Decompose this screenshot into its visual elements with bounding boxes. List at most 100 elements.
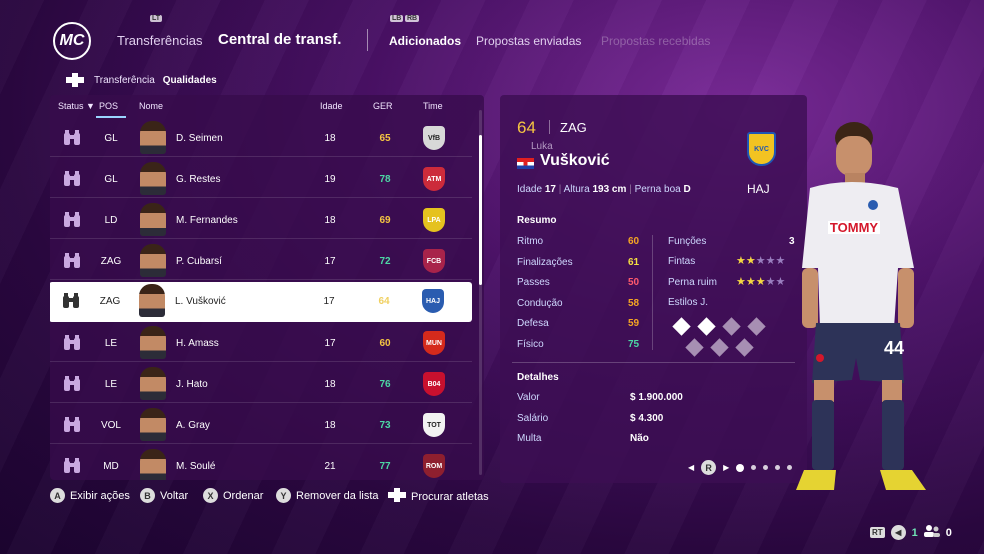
playstyle-slot-7[interactable] xyxy=(735,338,754,357)
row-age: 18 xyxy=(324,215,336,226)
row-position: ZAG xyxy=(99,296,121,307)
height-label: Altura xyxy=(563,184,590,195)
row-ger: 65 xyxy=(379,133,391,144)
bio-sep-2: | xyxy=(629,184,632,195)
action-label: Exibir ações xyxy=(70,489,130,502)
tab-propostas-enviadas[interactable]: Propostas enviadas xyxy=(476,34,581,48)
star-filled-icon: ★ xyxy=(745,255,756,267)
action-label: Remover da lista xyxy=(296,489,379,502)
tab-central-transf[interactable]: Central de transf. xyxy=(218,31,341,48)
table-row[interactable]: ZAG P. Cubarsí 17 72 FCB xyxy=(50,242,472,280)
tab-transferencias[interactable]: Transferências xyxy=(117,33,203,48)
crest-abbr: ATM xyxy=(426,175,442,183)
star-empty-icon: ★ xyxy=(755,255,766,267)
action-exibir-acoes[interactable]: A Exibir ações xyxy=(50,488,130,503)
pager-left-arrow-icon: ◀ xyxy=(688,463,695,472)
pager-dot-active[interactable] xyxy=(736,463,745,472)
rt-button-icon: RT xyxy=(870,527,885,538)
playstyle-slot-3[interactable] xyxy=(722,317,741,336)
player-face-avatar xyxy=(140,326,166,359)
list-header: Status ▼ POS Nome Idade GER Time xyxy=(50,95,484,117)
weakfoot-stars: ★★★★★ xyxy=(736,275,785,288)
playstyle-slot-6[interactable] xyxy=(710,338,729,357)
action-ordenar[interactable]: X Ordenar xyxy=(203,488,263,503)
table-row[interactable]: LE H. Amass 17 60 MUN xyxy=(50,324,472,362)
action-procurar-atletas[interactable]: Procurar atletas xyxy=(388,488,489,505)
functions-label: Funções xyxy=(668,236,707,247)
row-position: LE xyxy=(104,379,118,390)
player-face-avatar xyxy=(140,244,166,277)
status-bar: RT ◀ 1 0 xyxy=(870,525,952,540)
table-row[interactable]: VOL A. Gray 18 73 TOT xyxy=(50,406,472,444)
tab-propostas-recebidas[interactable]: Propostas recebidas xyxy=(601,34,710,48)
logo-text: MC xyxy=(59,32,85,49)
pager-dot[interactable] xyxy=(751,465,757,470)
row-age: 17 xyxy=(323,296,335,307)
playstyle-slot-5[interactable] xyxy=(685,338,704,357)
binoculars-icon xyxy=(63,171,81,187)
age-value: 17 xyxy=(544,184,556,195)
col-team[interactable]: Time xyxy=(423,101,443,111)
action-remover-lista[interactable]: Y Remover da lista xyxy=(276,488,379,503)
x-button-icon: X xyxy=(203,488,218,503)
row-age: 19 xyxy=(324,174,336,185)
table-row[interactable]: ZAG L. Vušković 17 64 HAJ xyxy=(50,282,472,322)
y-button-icon: Y xyxy=(276,488,291,503)
col-status[interactable]: Status ▼ xyxy=(58,101,95,111)
col-age[interactable]: Idade xyxy=(320,101,343,111)
details-title: Detalhes xyxy=(517,372,559,383)
player-face-avatar xyxy=(140,162,166,195)
playstyle-icon-2[interactable] xyxy=(697,317,716,336)
detail-value: $ 4.300 xyxy=(630,412,664,424)
team-crest-icon: VfB xyxy=(423,126,445,150)
row-name: P. Cubarsí xyxy=(176,256,222,267)
list-scrollbar-thumb[interactable] xyxy=(479,135,482,285)
tab-adicionados[interactable]: Adicionados xyxy=(389,34,461,48)
action-voltar[interactable]: B Voltar xyxy=(140,488,188,503)
header-divider xyxy=(367,29,368,51)
career-mode-logo: MC xyxy=(53,22,91,60)
playstyle-slot-4[interactable] xyxy=(747,317,766,336)
row-age: 21 xyxy=(324,461,336,472)
last-name: Vušković xyxy=(540,152,610,169)
club-crest-icon: KVC xyxy=(747,132,776,166)
player-face-avatar xyxy=(140,121,166,154)
pager-right-arrow-icon: ▶ xyxy=(723,463,730,472)
stat-value: 58 xyxy=(628,297,640,309)
crest-abbr: ROM xyxy=(425,462,443,470)
rating-divider xyxy=(549,120,550,134)
row-position: GL xyxy=(104,133,118,144)
col-ger[interactable]: GER xyxy=(373,101,393,111)
status-count-1: 1 xyxy=(911,526,918,539)
stat-value: 50 xyxy=(628,277,640,288)
table-row[interactable]: LE J. Hato 18 76 B04 xyxy=(50,365,472,403)
team-crest-icon: FCB xyxy=(423,249,445,273)
pager-dot[interactable] xyxy=(763,465,769,470)
back-arrow-icon: ◀ xyxy=(890,525,906,540)
info-pager[interactable]: ◀ R ▶ xyxy=(688,460,793,475)
stat-value: 75 xyxy=(628,338,640,350)
table-row[interactable]: GL D. Seimen 18 65 VfB xyxy=(50,119,472,157)
star-filled-icon: ★ xyxy=(755,276,766,288)
table-row[interactable]: GL G. Restes 19 78 ATM xyxy=(50,160,472,198)
subnav-qualidades[interactable]: Qualidades xyxy=(163,75,217,86)
player-position: ZAG xyxy=(560,120,587,135)
col-pos[interactable]: POS xyxy=(99,101,118,111)
status-count-2: 0 xyxy=(945,526,952,539)
row-ger: 78 xyxy=(379,174,391,185)
col-name[interactable]: Nome xyxy=(139,101,163,111)
skills-label: Fintas xyxy=(668,256,696,267)
binoculars-icon xyxy=(63,253,81,269)
svg-text:TOMMY: TOMMY xyxy=(830,220,878,235)
star-filled-icon: ★ xyxy=(745,276,756,288)
row-position: LD xyxy=(104,215,118,226)
table-row[interactable]: MD M. Soulé 21 77 ROM xyxy=(50,447,472,480)
pager-dot[interactable] xyxy=(775,465,781,470)
subnav-transferencia[interactable]: Transferência xyxy=(94,75,155,86)
crest-abbr: TOT xyxy=(427,421,441,429)
playstyle-icon-1[interactable] xyxy=(672,317,691,336)
summary-divider xyxy=(652,235,653,350)
action-label: Ordenar xyxy=(223,489,264,502)
table-row[interactable]: LD M. Fernandes 18 69 LPA xyxy=(50,201,472,239)
croatia-flag-icon xyxy=(517,156,534,169)
